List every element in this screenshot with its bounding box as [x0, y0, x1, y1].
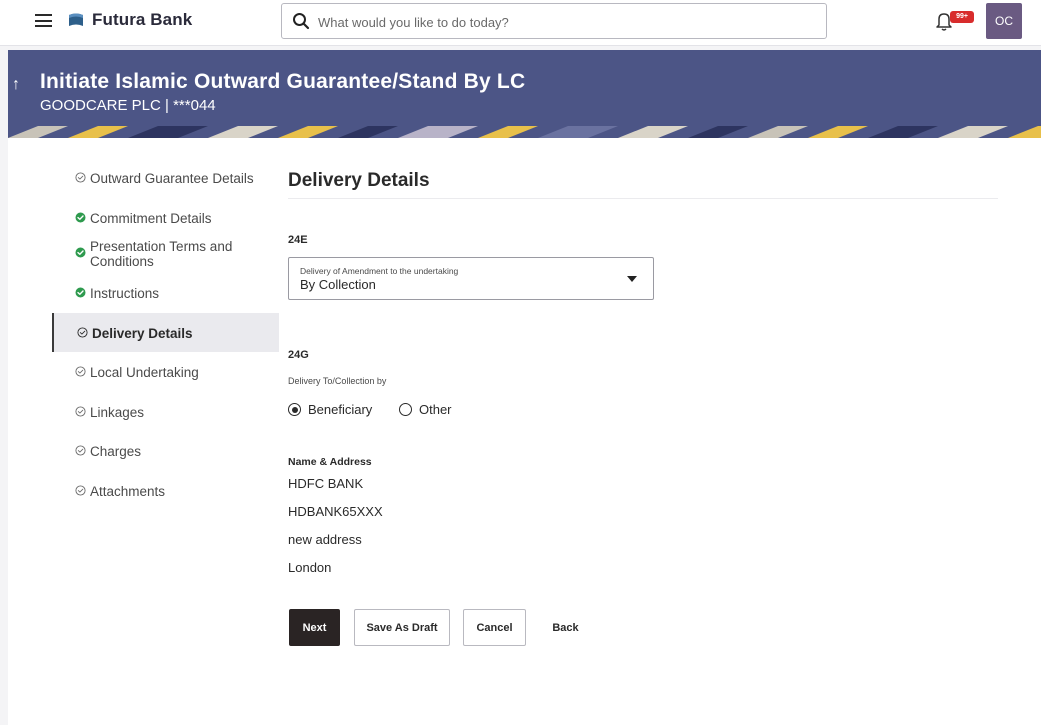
cancel-button[interactable]: Cancel [463, 609, 526, 646]
address-line: HDFC BANK [288, 476, 364, 491]
next-button[interactable]: Next [289, 609, 340, 646]
user-avatar[interactable]: OC [986, 3, 1022, 39]
name-address-label: Name & Address [288, 456, 372, 468]
address-line: London [288, 560, 332, 575]
step-label: Presentation Terms and Conditions [90, 239, 233, 269]
delivery-amendment-label: Delivery of Amendment to the undertaking [300, 266, 459, 276]
check-complete-icon [75, 212, 86, 222]
delivery-to-label: Delivery To/Collection by [288, 376, 387, 386]
step-item-attachments[interactable]: Attachments [52, 471, 279, 511]
page-subtitle: GOODCARE PLC | ***044 [40, 97, 216, 114]
step-label: Instructions [90, 286, 160, 301]
radio-unselected-icon [399, 403, 412, 416]
step-item-local-undertaking[interactable]: Local Undertaking [52, 352, 279, 392]
heading-divider [288, 198, 998, 199]
check-pending-icon [75, 484, 86, 496]
address-line: HDBANK65XXX [288, 504, 383, 519]
search-input[interactable] [318, 12, 798, 32]
step-item-commitment-details[interactable]: Commitment Details [52, 198, 279, 238]
brand-name[interactable]: Futura Bank [92, 10, 192, 30]
bank-logo-icon [69, 13, 83, 26]
check-pending-icon [75, 405, 86, 417]
step-item-delivery-details[interactable]: Delivery Details [52, 312, 279, 352]
step-item-presentation-terms-and-conditions[interactable]: Presentation Terms and Conditions [52, 237, 279, 273]
content-panel: Outward Guarantee Details Commitment Deta… [8, 138, 1041, 725]
save-as-draft-button[interactable]: Save As Draft [354, 609, 450, 646]
step-label: Delivery Details [92, 325, 193, 341]
search-bar[interactable] [281, 3, 827, 39]
field-code-24e: 24E [288, 234, 308, 246]
step-label: Commitment Details [90, 210, 212, 226]
page-title: Initiate Islamic Outward Guarantee/Stand… [40, 70, 526, 93]
chevron-down-icon [627, 276, 637, 282]
step-label: Local Undertaking [90, 365, 199, 380]
address-line: new address [288, 532, 362, 547]
notification-count-badge: 99+ [950, 11, 974, 23]
step-label: Attachments [90, 483, 166, 499]
page-banner: ↑ Initiate Islamic Outward Guarantee/Sta… [8, 50, 1041, 138]
radio-beneficiary-label: Beneficiary [308, 402, 373, 417]
radio-other-label: Other [419, 402, 452, 417]
check-pending-icon [75, 172, 86, 183]
hamburger-menu-icon[interactable] [35, 14, 52, 27]
check-complete-icon [75, 247, 86, 258]
radio-selected-icon [288, 403, 301, 416]
banner-pattern-decoration [8, 126, 1041, 138]
section-heading: Delivery Details [288, 170, 430, 191]
delivery-amendment-value: By Collection [300, 277, 376, 292]
step-label: Linkages [90, 404, 145, 420]
step-label: Outward Guarantee Details [90, 171, 254, 186]
delivery-amendment-select[interactable]: Delivery of Amendment to the undertaking… [288, 257, 654, 300]
check-pending-icon [77, 326, 88, 338]
field-code-24g: 24G [288, 349, 309, 361]
step-item-linkages[interactable]: Linkages [52, 392, 279, 432]
top-bar: Futura Bank 99+ OC [0, 0, 1041, 46]
step-label: Charges [90, 444, 142, 459]
search-icon [293, 13, 310, 30]
check-complete-icon [75, 287, 86, 298]
check-pending-icon [75, 366, 86, 377]
step-item-outward-guarantee-details[interactable]: Outward Guarantee Details [52, 158, 279, 198]
back-button[interactable]: Back [538, 609, 593, 646]
step-item-instructions[interactable]: Instructions [52, 273, 279, 313]
up-arrow-icon[interactable]: ↑ [12, 76, 20, 94]
step-item-charges[interactable]: Charges [52, 431, 279, 471]
step-navigation: Outward Guarantee Details Commitment Deta… [52, 158, 279, 510]
check-pending-icon [75, 445, 86, 456]
